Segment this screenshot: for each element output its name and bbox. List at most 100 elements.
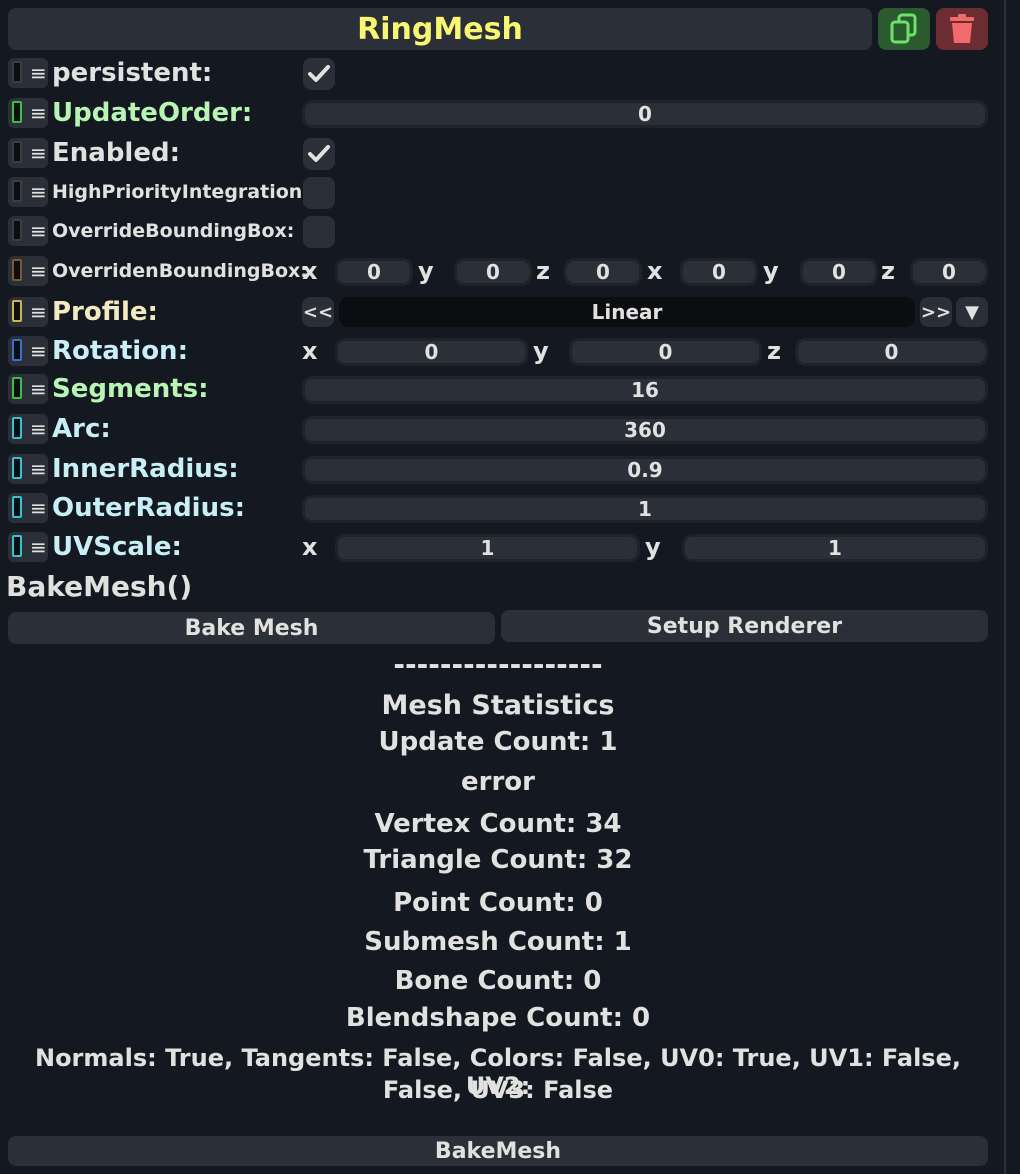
blendshape-count: Blendshape Count: 0 (345, 1003, 651, 1033)
axis-label-z: z (881, 257, 895, 285)
rotation-z-input[interactable]: 0 (795, 338, 988, 366)
update-order-input[interactable]: 0 (302, 100, 988, 128)
bbox-min-x-input[interactable]: 0 (335, 258, 413, 286)
profile-prev-button[interactable]: << (302, 297, 334, 327)
hamburger-icon: ≡ (30, 339, 47, 363)
field-inner-radius: ≡ InnerRadius: 0.9 (0, 452, 1000, 490)
field-uv-scale: ≡ UVScale: x 1 y 1 (0, 530, 1000, 568)
bake-mesh-button[interactable]: Bake Mesh (8, 612, 495, 644)
setup-renderer-button[interactable]: Setup Renderer (501, 610, 988, 642)
stats-title: Mesh Statistics (381, 690, 615, 721)
field-handle[interactable]: ≡ (8, 297, 48, 327)
field-handle[interactable]: ≡ (8, 177, 48, 207)
field-high-priority-integration: ≡ HighPriorityIntegration: (0, 175, 1000, 213)
field-label: InnerRadius: (52, 454, 239, 484)
arc-input[interactable]: 360 (302, 416, 988, 444)
field-handle[interactable]: ≡ (8, 98, 48, 128)
field-label: Enabled: (52, 138, 180, 168)
axis-label-x: x (302, 533, 318, 561)
field-handle[interactable]: ≡ (8, 454, 48, 484)
field-label: UpdateOrder: (52, 98, 253, 128)
field-handle[interactable]: ≡ (8, 374, 48, 404)
duplicate-button[interactable] (878, 8, 930, 50)
field-overriden-bounding-box: ≡ OverridenBoundingBox: x 0 y 0 z 0 x 0 … (0, 254, 1000, 292)
bake-mesh-bottom-button[interactable]: BakeMesh (8, 1136, 988, 1166)
field-handle[interactable]: ≡ (8, 58, 48, 88)
field-handle[interactable]: ≡ (8, 532, 48, 562)
enabled-checkbox[interactable] (303, 138, 335, 170)
field-segments: ≡ Segments: 16 (0, 372, 1000, 410)
bbox-max-z-input[interactable]: 0 (910, 258, 988, 286)
hamburger-icon: ≡ (30, 61, 47, 85)
override-bounding-box-checkbox[interactable] (303, 216, 335, 248)
uv-scale-x-input[interactable]: 1 (335, 534, 640, 562)
duplicate-icon (890, 13, 917, 44)
field-handle[interactable]: ≡ (8, 336, 48, 366)
error-text: error (461, 767, 535, 797)
component-title: RingMesh (357, 11, 523, 47)
profile-next-button[interactable]: >> (920, 297, 952, 327)
trash-icon (950, 14, 974, 43)
bbox-min-z-input[interactable]: 0 (564, 258, 642, 286)
field-label: Rotation: (52, 336, 188, 366)
rotation-y-input[interactable]: 0 (569, 338, 762, 366)
hamburger-icon: ≡ (30, 300, 47, 324)
field-label: Segments: (52, 374, 209, 404)
axis-label-x: x (302, 337, 318, 365)
field-override-bounding-box: ≡ OverrideBoundingBox: (0, 214, 1000, 252)
bbox-max-x-input[interactable]: 0 (680, 258, 758, 286)
hamburger-icon: ≡ (30, 417, 47, 441)
field-profile: ≡ Profile: << Linear >> ▼ (0, 295, 1000, 333)
checkmark-icon (308, 65, 330, 82)
field-outer-radius: ≡ OuterRadius: 1 (0, 491, 1000, 529)
field-label: OverrideBoundingBox: (52, 220, 295, 242)
axis-label-y: y (533, 337, 549, 365)
hamburger-icon: ≡ (30, 219, 47, 243)
checkmark-icon (308, 145, 330, 162)
field-handle[interactable]: ≡ (8, 216, 48, 246)
hamburger-icon: ≡ (30, 496, 47, 520)
attributes-line-2: False, UV3: False (382, 1076, 614, 1104)
outer-radius-input[interactable]: 1 (302, 495, 988, 523)
segments-input[interactable]: 16 (302, 376, 988, 404)
rotation-x-input[interactable]: 0 (335, 338, 528, 366)
axis-label-y: y (645, 533, 661, 561)
inner-radius-input[interactable]: 0.9 (302, 456, 988, 484)
persistent-checkbox[interactable] (303, 58, 335, 90)
field-update-order: ≡ UpdateOrder: 0 (0, 96, 1000, 134)
component-header[interactable]: RingMesh (8, 8, 872, 50)
profile-value[interactable]: Linear (339, 297, 915, 327)
field-label: UVScale: (52, 532, 182, 562)
bake-method-label: BakeMesh() (6, 570, 193, 603)
field-enabled: ≡ Enabled: (0, 136, 1000, 174)
profile-dropdown-button[interactable]: ▼ (956, 297, 988, 327)
scrollbar[interactable] (1004, 0, 1020, 1174)
hamburger-icon: ≡ (30, 141, 47, 165)
axis-label-y: y (763, 257, 779, 285)
field-handle[interactable]: ≡ (8, 256, 48, 286)
axis-label-z: z (767, 337, 781, 365)
field-handle[interactable]: ≡ (8, 414, 48, 444)
submesh-count: Submesh Count: 1 (364, 927, 632, 957)
uv-scale-y-input[interactable]: 1 (682, 534, 988, 562)
field-label: OverridenBoundingBox: (52, 260, 308, 282)
axis-label-y: y (418, 257, 434, 285)
bbox-min-y-input[interactable]: 0 (454, 258, 532, 286)
field-label: persistent: (52, 58, 213, 88)
field-arc: ≡ Arc: 360 (0, 412, 1000, 450)
high-priority-checkbox[interactable] (303, 177, 335, 209)
field-label: Profile: (52, 297, 158, 327)
field-persistent: ≡ persistent: (0, 56, 1000, 94)
bone-count: Bone Count: 0 (394, 966, 602, 996)
delete-button[interactable] (936, 8, 988, 50)
vertex-count: Vertex Count: 34 (374, 809, 622, 839)
field-handle[interactable]: ≡ (8, 493, 48, 523)
field-label: OuterRadius: (52, 493, 245, 523)
separator: ------------------ (393, 648, 603, 681)
field-rotation: ≡ Rotation: x 0 y 0 z 0 (0, 334, 1000, 372)
point-count: Point Count: 0 (393, 888, 603, 918)
field-handle[interactable]: ≡ (8, 138, 48, 168)
field-label: Arc: (52, 414, 111, 444)
hamburger-icon: ≡ (30, 259, 47, 283)
bbox-max-y-input[interactable]: 0 (800, 258, 878, 286)
